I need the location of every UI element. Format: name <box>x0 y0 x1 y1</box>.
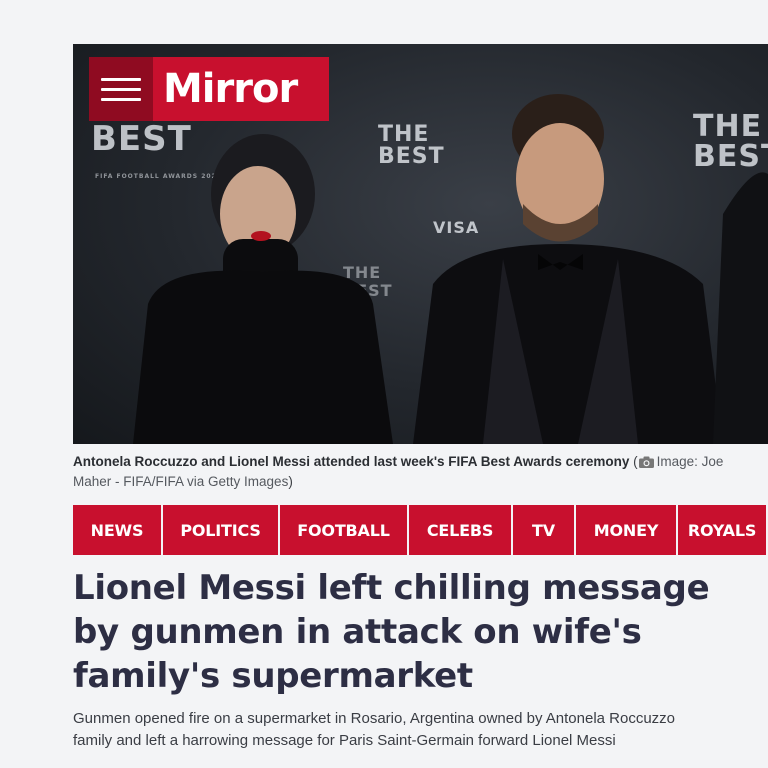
nav-item-money[interactable]: MONEY <box>576 505 676 555</box>
nav-item-politics[interactable]: POLITICS <box>163 505 278 555</box>
logo-text: Mirror <box>163 66 298 112</box>
camera-icon <box>638 456 654 468</box>
nav-item-celebs[interactable]: CELEBS <box>409 505 511 555</box>
menu-icon[interactable] <box>89 57 153 121</box>
image-caption: Antonela Roccuzzo and Lionel Messi atten… <box>73 454 724 489</box>
nav-item-royals[interactable]: ROYALS <box>678 505 766 555</box>
nav-item-football[interactable]: FOOTBALL <box>280 505 407 555</box>
caption-text: Antonela Roccuzzo and Lionel Messi atten… <box>73 454 630 469</box>
article-standfirst: Gunmen opened fire on a supermarket in R… <box>73 708 768 752</box>
nav-item-tv[interactable]: TV <box>513 505 574 555</box>
section-nav: NEWS POLITICS FOOTBALL CELEBS TV MONEY R… <box>73 505 768 555</box>
article-headline: Lionel Messi left chilling message by gu… <box>73 568 710 696</box>
standfirst-line: family and left a harrowing message for … <box>73 732 616 749</box>
site-logo[interactable]: Mirror <box>89 57 329 121</box>
standfirst-line: Gunmen opened fire on a supermarket in R… <box>73 710 676 727</box>
nav-item-news[interactable]: NEWS <box>73 505 161 555</box>
